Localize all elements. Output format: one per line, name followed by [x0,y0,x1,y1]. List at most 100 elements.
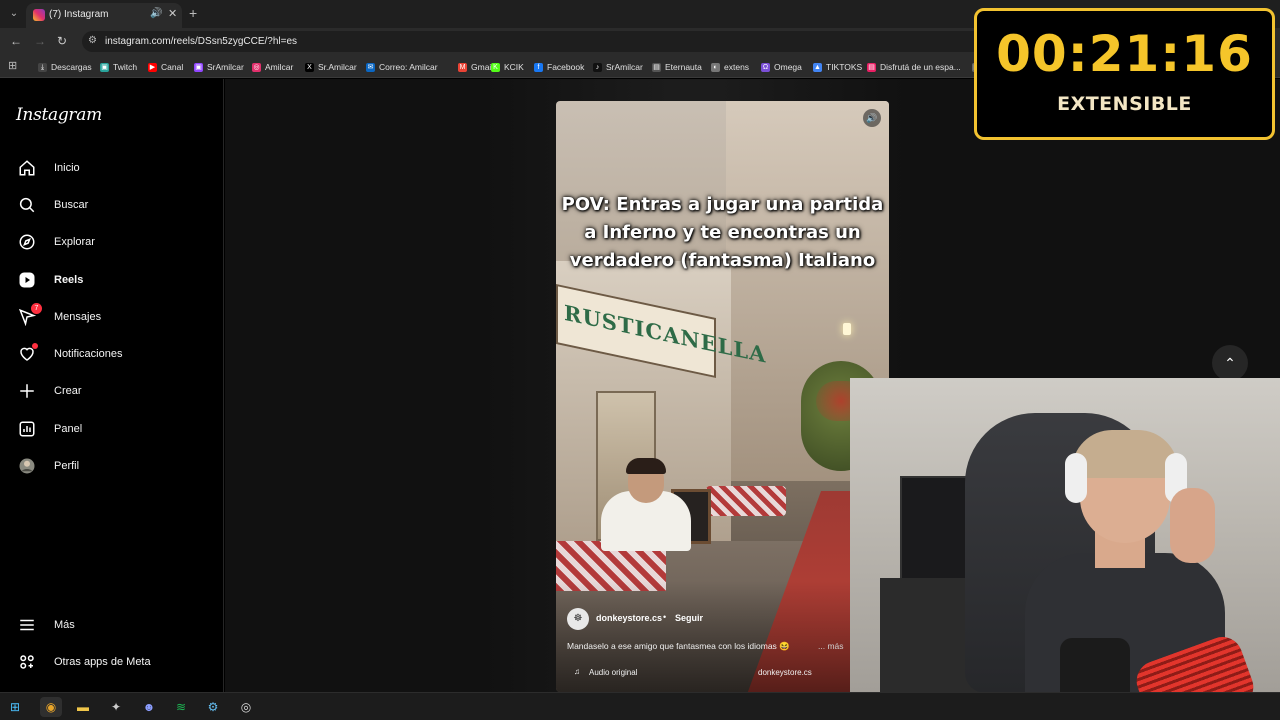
compass-icon [15,230,39,254]
webcam-headset-left [1065,453,1087,503]
reels-icon [15,268,39,292]
taskbar-file-explorer-icon[interactable]: ▬ [72,697,94,717]
taskbar-steam-icon[interactable]: ⚙ [202,697,224,717]
sidebar-item-buscar[interactable]: Buscar [12,190,212,220]
avatar-icon [15,454,39,478]
sidebar-item-explorar[interactable]: Explorar [12,227,212,257]
sidebar-item-notificaciones[interactable]: Notificaciones [12,339,212,369]
new-tab-icon[interactable]: + [189,5,197,21]
back-icon[interactable]: ← [10,34,22,48]
download-icon: ⤓ [38,62,47,72]
bookmark-label: KCIK [504,62,524,72]
site-info-icon[interactable]: ⚙ [88,35,97,46]
sidebar-item-panel[interactable]: Panel [12,414,212,444]
sidebar-item-label: Más [54,619,75,631]
x-icon: X [305,62,314,72]
page-icon: ▤ [652,62,661,72]
home-icon [15,156,39,180]
bookmark-label: Eternauta [665,62,702,72]
meta-apps-icon [15,650,39,674]
more-link[interactable]: ... más [818,641,844,651]
taskbar-chrome-icon[interactable]: ◉ [40,697,62,717]
bookmark-label: Descargas [51,62,92,72]
taskbar-spotify-icon[interactable]: ≋ [170,697,192,717]
sidebar-item-otras-apps-de-meta[interactable]: Otras apps de Meta [12,647,212,677]
bookmark-eternauta[interactable]: ▤ Eternauta [652,61,702,73]
taskbar-app-icon[interactable]: ✦ [105,697,127,717]
bookmark-gmail[interactable]: M Gmail [458,61,493,73]
sidebar-item-crear[interactable]: Crear [12,376,212,406]
bookmark-amilcar[interactable]: ◎ Amilcar [252,61,293,73]
timer-label: EXTENSIBLE [1057,93,1192,115]
chart-icon [15,417,39,441]
taskbar-windows-icon[interactable]: ⊞ [4,697,26,717]
bookmark-twitch[interactable]: ▣ Twitch [100,61,137,73]
search-icon [15,193,39,217]
previous-reel-button[interactable]: ⌃ [1212,345,1248,381]
sidebar-item-perfil[interactable]: Perfil [12,451,212,481]
video-table [706,486,786,516]
tiktok-icon: ♪ [593,62,602,72]
bookmark-disfrut-de-un-espa[interactable]: ▤ Disfrutá de un espa... [867,61,961,73]
bookmark-correo-amilcar[interactable]: ✉ Correo: Amilcar [366,61,438,73]
follow-button[interactable]: Seguir [675,613,703,623]
extension-icon: ◐ [711,62,720,72]
bookmark-label: extens [724,62,750,72]
music-note-icon: ♫ [574,667,580,676]
tab-search-icon[interactable]: ⌄ [6,6,22,22]
bookmark-sr-amilcar[interactable]: X Sr.Amilcar [305,61,357,73]
bookmark-label: Correo: Amilcar [379,62,438,72]
sidebar-item-label: Notificaciones [54,348,123,360]
sidebar-item-m-s[interactable]: Más [12,610,212,640]
sidebar-item-mensajes[interactable]: 7 Mensajes [12,302,212,332]
bookmark-canal[interactable]: ▶ Canal [148,61,183,73]
bookmark-sramilcar[interactable]: ♪ SrAmilcar [593,61,643,73]
browser-tab[interactable]: (7) Instagram 🔊 ✕ [26,3,182,28]
bookmark-label: SrAmilcar [207,62,244,72]
apps-grid-icon[interactable]: ⊞ [8,59,17,72]
sidebar-item-inicio[interactable]: Inicio [12,153,212,183]
video-lamp [843,323,851,335]
bookmark-kcik[interactable]: K KCIK [491,61,524,73]
drive-icon: ▲ [813,62,822,72]
youtube-icon: ▶ [148,62,157,72]
tab-close-icon[interactable]: ✕ [168,7,177,20]
audio-label[interactable]: Audio original [589,668,637,677]
volume-icon[interactable]: 🔊 [863,109,881,127]
url-text: instagram.com/reels/DSsn5zygCCE/?hl=es [105,36,298,47]
video-person-hair [626,458,666,474]
bookmark-label: Canal [161,62,184,72]
kick-icon: K [491,62,500,72]
unread-badge: 7 [31,303,42,314]
reel-video[interactable]: RUSTICANELLA 🔊 POV: Entras a jugar una p… [556,101,889,692]
bookmark-label: Twitch [113,62,138,72]
bookmark-facebook[interactable]: f Facebook [534,61,584,73]
forward-icon[interactable]: → [34,34,46,48]
sidebar-item-label: Crear [54,385,82,397]
reload-icon[interactable]: ↻ [57,34,67,48]
audio-credit[interactable]: donkeystore.cs [758,668,812,677]
sidebar-item-reels[interactable]: Reels [12,265,212,295]
taskbar-discord-icon[interactable]: ☻ [138,697,160,717]
page-icon: ▤ [867,62,876,72]
omega-icon: Ω [761,62,770,72]
instagram-logo[interactable]: Instagram [16,105,102,125]
bookmark-extens[interactable]: ◐ extens [711,61,749,73]
sidebar-item-label: Mensajes [54,311,102,323]
reel-caption: POV: Entras a jugar una partida a Infern… [561,194,884,271]
twitch-icon: ▣ [100,62,109,72]
author-username[interactable]: donkeystore.cs [596,613,662,623]
bookmark-label: Disfrutá de un espa... [880,62,961,72]
bookmark-descargas[interactable]: ⤓ Descargas [38,61,92,73]
taskbar-obs-icon[interactable]: ◎ [235,697,257,717]
tab-audio-icon[interactable]: 🔊 [150,8,162,19]
author-avatar[interactable]: ☸ [567,608,589,630]
sidebar-item-label: Buscar [54,199,89,211]
gmail-icon: M [458,62,467,72]
sidebar-item-label: Reels [54,274,84,286]
bookmark-sramilcar[interactable]: ▣ SrAmilcar [194,61,244,73]
bookmark-tiktoks[interactable]: ▲ TIKTOKS [813,61,862,73]
bookmark-label: Omega [774,62,802,72]
bookmark-omega[interactable]: Ω Omega [761,61,802,73]
sidebar: Instagram Inicio Buscar Explorar Reels 7 Mens… [0,79,224,692]
